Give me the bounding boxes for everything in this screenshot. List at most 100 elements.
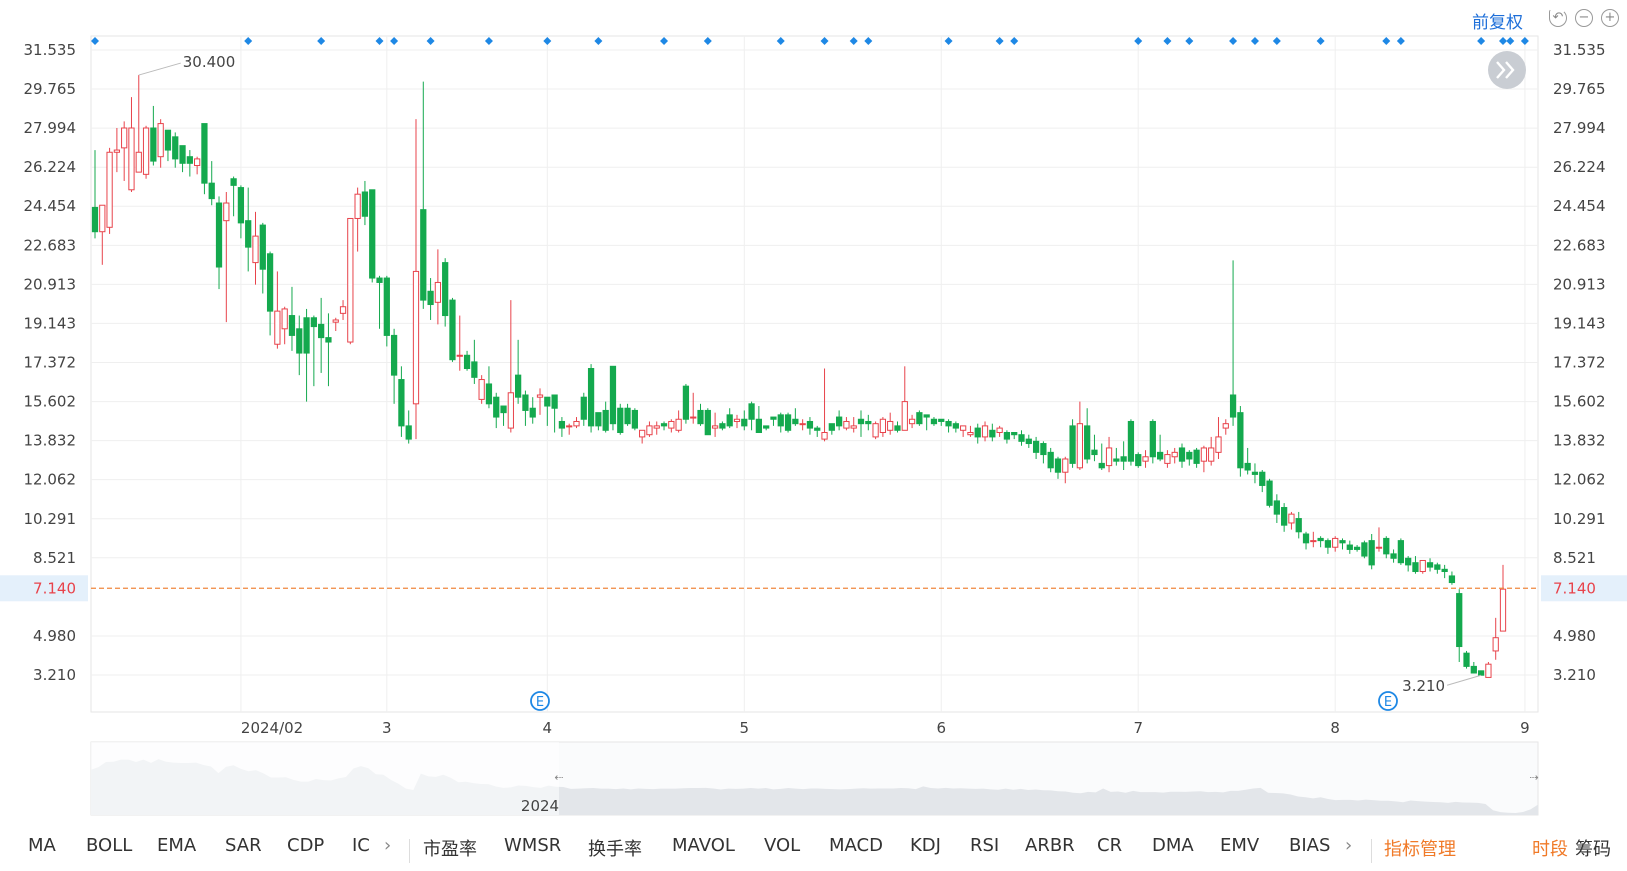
candle[interactable]: [1156, 434, 1164, 462]
candle[interactable]: [1441, 564, 1448, 579]
indicator-item[interactable]: EMV: [1220, 835, 1259, 856]
candle[interactable]: [639, 429, 646, 444]
candle[interactable]: [347, 217, 354, 345]
candle[interactable]: [303, 308, 310, 402]
candle[interactable]: [230, 176, 237, 217]
candle[interactable]: [711, 412, 719, 437]
indicator-ma[interactable]: MA: [28, 835, 56, 856]
candle[interactable]: [1288, 511, 1295, 530]
candle[interactable]: [1361, 540, 1368, 559]
candle[interactable]: [1470, 661, 1477, 674]
indicator-item[interactable]: BIAS: [1289, 835, 1330, 856]
candle[interactable]: [1448, 571, 1456, 585]
candle[interactable]: [296, 315, 303, 376]
indicator-item[interactable]: RSI: [970, 835, 999, 856]
event-e-icon[interactable]: E: [1378, 691, 1398, 711]
top-event-markers[interactable]: [91, 37, 1529, 45]
candle[interactable]: [624, 403, 631, 426]
indicator-item[interactable]: 市盈率: [423, 835, 477, 861]
candle[interactable]: [1281, 503, 1288, 532]
candle[interactable]: [1456, 589, 1463, 662]
candle[interactable]: [865, 414, 872, 431]
candle[interactable]: [996, 425, 1003, 437]
candle[interactable]: [1499, 564, 1507, 632]
candle[interactable]: [128, 97, 135, 192]
candle[interactable]: [609, 365, 617, 431]
candle[interactable]: [1477, 670, 1485, 676]
candle[interactable]: [507, 300, 514, 433]
candle[interactable]: [390, 328, 398, 404]
candle[interactable]: [135, 75, 142, 173]
candle[interactable]: [478, 375, 485, 404]
candle[interactable]: [908, 414, 916, 429]
candle[interactable]: [325, 313, 332, 387]
candle[interactable]: [150, 105, 157, 166]
candle[interactable]: [544, 396, 551, 426]
candle[interactable]: [1383, 536, 1390, 559]
candle[interactable]: [930, 417, 938, 426]
candle[interactable]: [573, 417, 580, 429]
candle[interactable]: [215, 196, 223, 290]
candle[interactable]: [901, 366, 908, 431]
candle[interactable]: [288, 286, 296, 351]
indicator-item[interactable]: KDJ: [910, 835, 941, 856]
indicator-item[interactable]: MAVOL: [672, 835, 735, 856]
candle[interactable]: [1317, 536, 1324, 548]
undo-icon[interactable]: ↶: [1549, 9, 1567, 27]
candle[interactable]: [806, 417, 814, 435]
candle[interactable]: [1485, 661, 1492, 678]
candle[interactable]: [1310, 531, 1317, 548]
candle[interactable]: [201, 123, 208, 195]
candle[interactable]: [1149, 419, 1156, 464]
candle[interactable]: [398, 366, 405, 437]
candle[interactable]: [879, 417, 887, 437]
candle[interactable]: [1193, 447, 1200, 468]
candle[interactable]: [1302, 531, 1310, 550]
candle[interactable]: [1003, 430, 1011, 444]
candle[interactable]: [186, 150, 193, 177]
candle[interactable]: [1054, 456, 1062, 479]
candle[interactable]: [1069, 419, 1076, 468]
candle[interactable]: [1492, 617, 1499, 660]
more-indicators-arrow-icon-2[interactable]: ›: [1345, 835, 1352, 856]
candle[interactable]: [1266, 478, 1273, 508]
candle[interactable]: [99, 204, 106, 265]
candle[interactable]: [1419, 559, 1426, 574]
indicator-item[interactable]: MACD: [829, 835, 883, 856]
candle[interactable]: [894, 421, 901, 433]
candle[interactable]: [587, 364, 595, 433]
candle[interactable]: [719, 421, 726, 431]
indicator-sar[interactable]: SAR: [225, 835, 262, 856]
candle[interactable]: [1368, 534, 1375, 570]
indicator-item[interactable]: VOL: [764, 835, 800, 856]
candle[interactable]: [310, 315, 317, 387]
candle[interactable]: [1105, 436, 1113, 473]
candle[interactable]: [602, 401, 609, 433]
candle[interactable]: [1339, 538, 1346, 550]
candle[interactable]: [1244, 447, 1251, 475]
candle[interactable]: [1346, 540, 1353, 554]
candle[interactable]: [1178, 443, 1186, 468]
candle[interactable]: [1135, 452, 1142, 468]
candle[interactable]: [821, 368, 828, 442]
candle[interactable]: [434, 249, 442, 325]
candle[interactable]: [580, 392, 587, 426]
candle[interactable]: [1120, 441, 1127, 471]
candle[interactable]: [252, 211, 259, 285]
candle[interactable]: [792, 408, 799, 426]
candle[interactable]: [799, 419, 806, 431]
candle[interactable]: [1084, 408, 1091, 464]
candle[interactable]: [172, 132, 179, 168]
candle[interactable]: [1040, 441, 1047, 464]
candle[interactable]: [1405, 556, 1412, 572]
candle[interactable]: [960, 425, 967, 437]
candle[interactable]: [1215, 417, 1222, 459]
candle[interactable]: [828, 423, 835, 435]
candle[interactable]: [208, 161, 215, 206]
tab-chips[interactable]: 筹码: [1575, 835, 1611, 861]
candle[interactable]: [318, 297, 325, 373]
candle[interactable]: [653, 421, 660, 435]
candle[interactable]: [179, 145, 186, 173]
indicator-cdp[interactable]: CDP: [287, 835, 324, 856]
candle[interactable]: [952, 421, 959, 433]
